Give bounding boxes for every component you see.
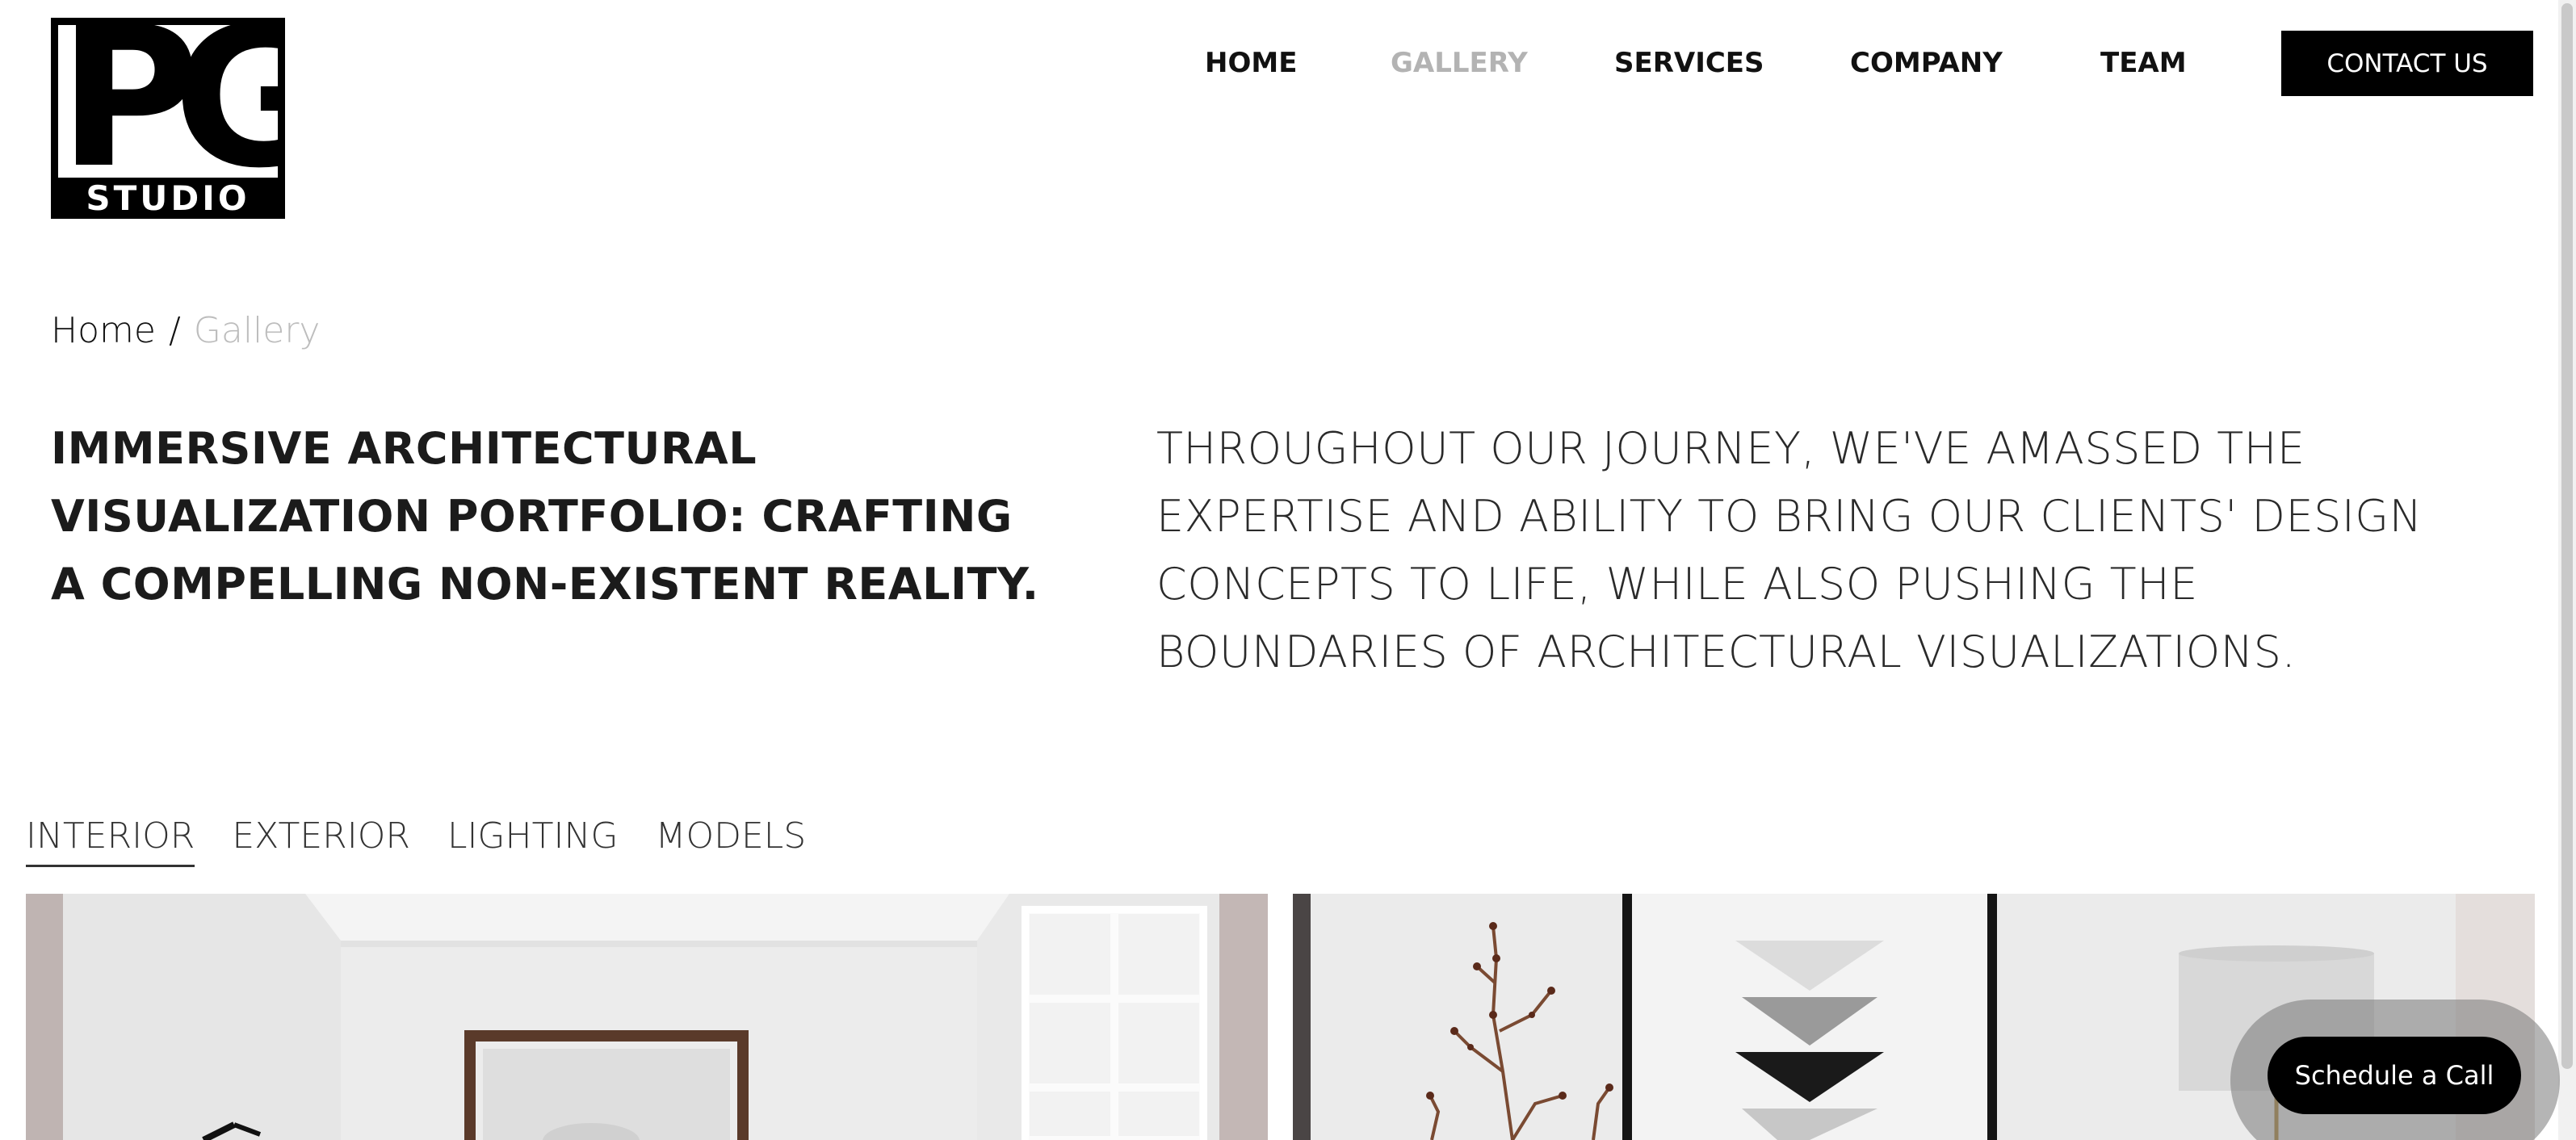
scrollbar-thumb[interactable] bbox=[2561, 3, 2573, 1069]
gallery-image-interior-room[interactable] bbox=[26, 894, 1268, 1140]
nav-services-link[interactable]: SERVICES bbox=[1614, 42, 1764, 84]
breadcrumb-separator: / bbox=[168, 310, 181, 351]
nav-team-link[interactable]: TEAM bbox=[2100, 42, 2187, 84]
nav-company-link[interactable]: COMPANY bbox=[1850, 42, 2003, 84]
nav-gallery-link[interactable]: GALLERY bbox=[1391, 42, 1528, 84]
tab-exterior[interactable]: EXTERIOR bbox=[232, 815, 410, 867]
tab-interior[interactable]: INTERIOR bbox=[26, 815, 195, 867]
logo-mark: PG bbox=[58, 25, 278, 178]
breadcrumb: Home / Gallery bbox=[51, 310, 320, 351]
interior-room-illustration bbox=[26, 894, 1268, 1140]
tab-models[interactable]: MODELS bbox=[655, 815, 806, 867]
nav-home-link[interactable]: HOME bbox=[1205, 42, 1297, 84]
contact-us-button[interactable]: CONTACT US bbox=[2281, 31, 2533, 96]
tab-lighting[interactable]: LIGHTING bbox=[447, 815, 619, 867]
schedule-call-button[interactable]: Schedule a Call bbox=[2268, 1037, 2521, 1114]
page-headline: IMMERSIVE ARCHITECTURAL VISUALIZATION PO… bbox=[51, 423, 1039, 610]
gallery-tabs: INTERIOR EXTERIOR LIGHTING MODELS bbox=[26, 815, 806, 867]
breadcrumb-current: Gallery bbox=[193, 310, 321, 351]
logo[interactable]: PG STUDIO bbox=[51, 18, 285, 219]
breadcrumb-home-link[interactable]: Home bbox=[51, 310, 156, 351]
logo-mark-area: PG bbox=[58, 25, 278, 178]
intro-text: THROUGHOUT OUR JOURNEY, WE'VE AMASSED TH… bbox=[1156, 423, 2423, 677]
logo-wordmark: STUDIO bbox=[86, 178, 250, 218]
page-scrollbar[interactable] bbox=[2558, 0, 2576, 1140]
